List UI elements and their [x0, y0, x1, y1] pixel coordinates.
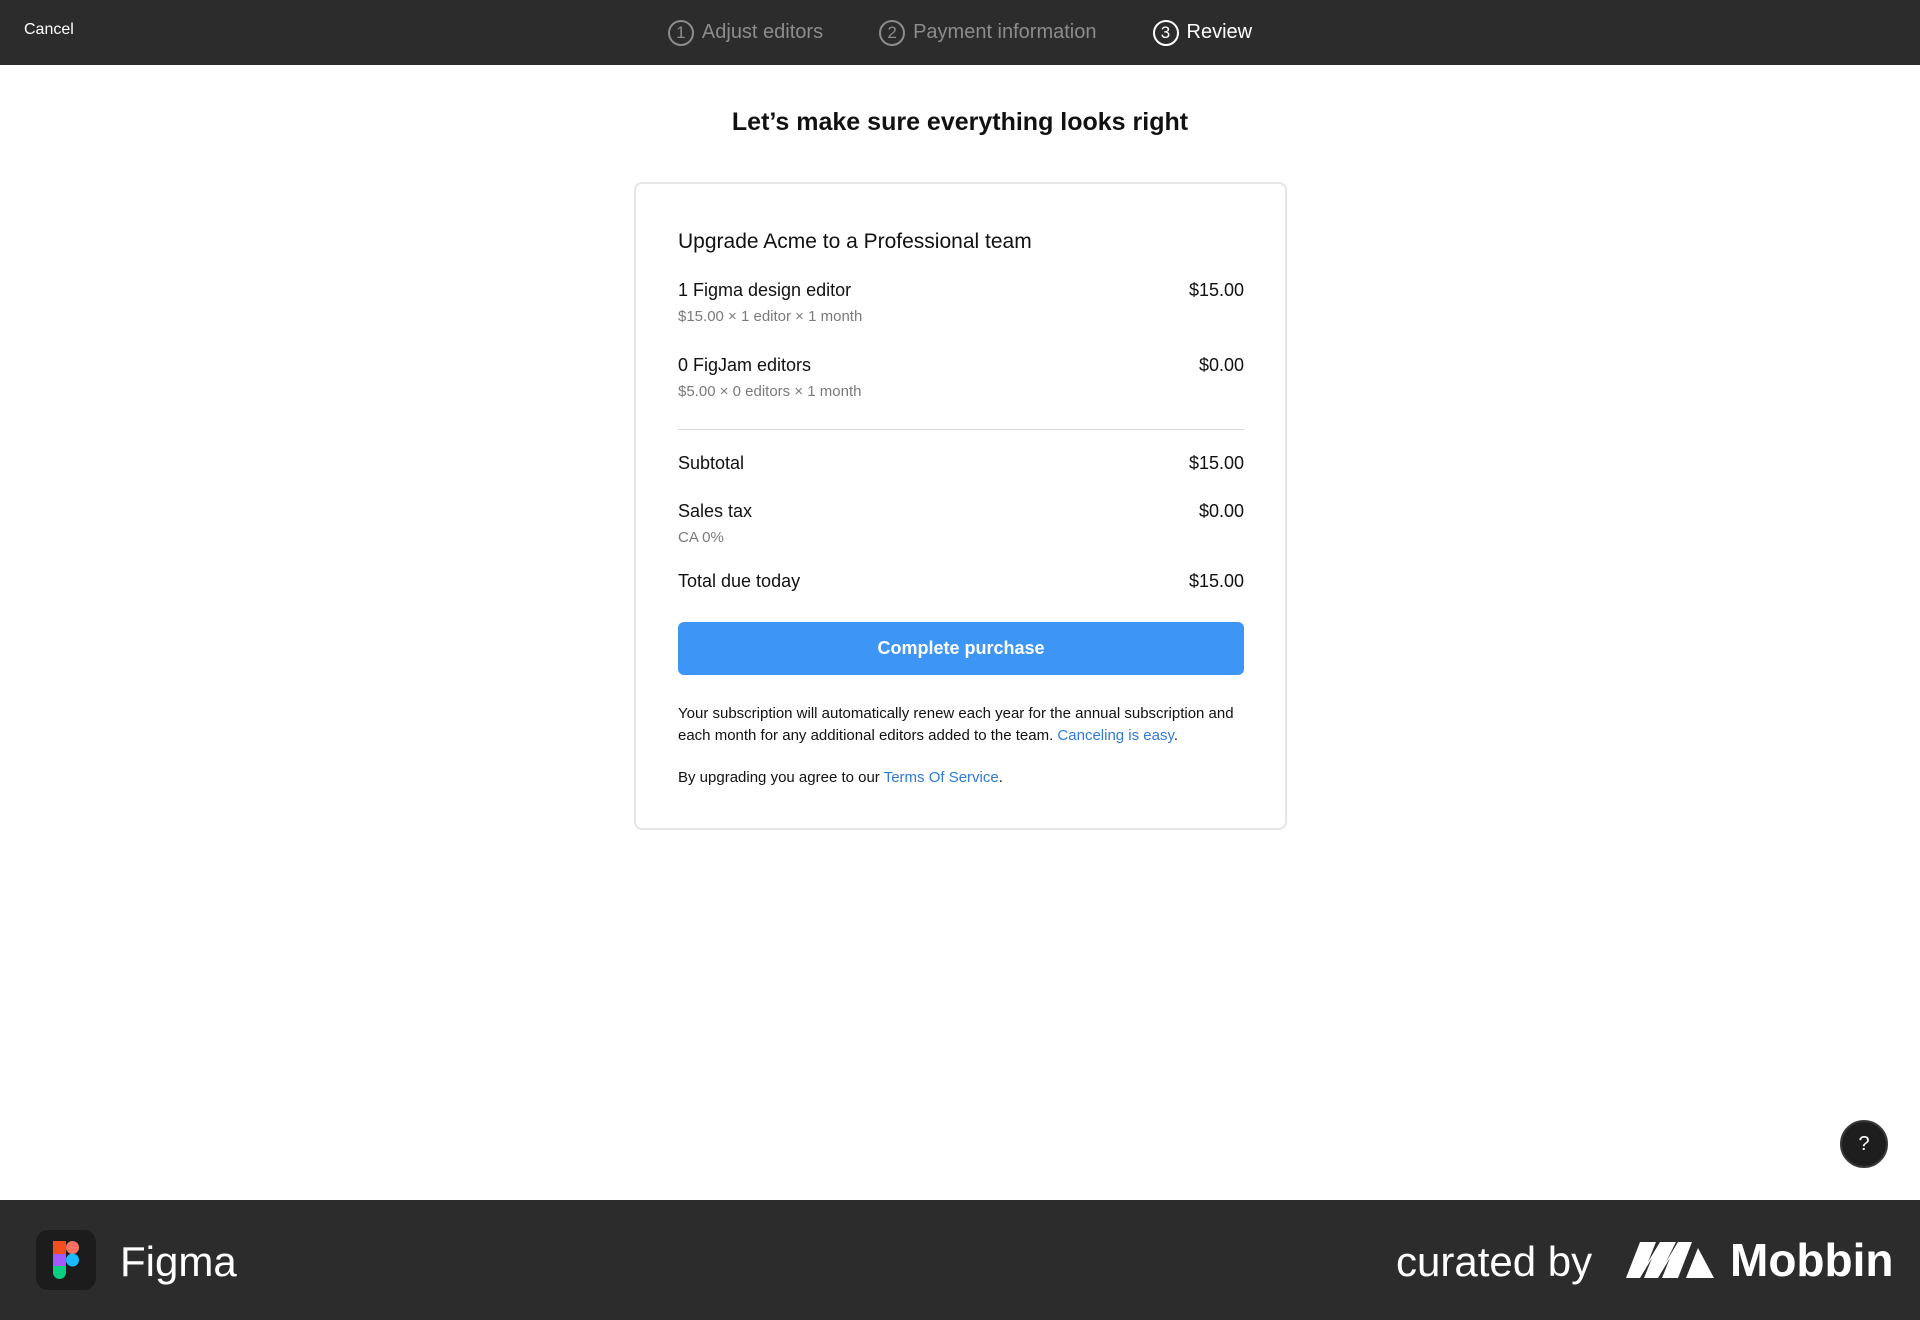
- line-item-amount: $15.00: [1188, 280, 1244, 300]
- line-item-label: 1 Figma design editor: [678, 280, 852, 300]
- line-item-figjam-editors: 0 FigJam editors $0.00: [678, 355, 1244, 376]
- divider: [678, 429, 1244, 430]
- total-label: Total due today: [678, 571, 801, 591]
- line-item-label: 0 FigJam editors: [678, 355, 812, 375]
- footer-banner: Figma curated by Mobbin: [0, 1200, 1920, 1320]
- line-item-design-editor: 1 Figma design editor $15.00: [678, 280, 1244, 301]
- terms-notice: By upgrading you agree to our Terms Of S…: [678, 767, 1244, 789]
- sales-tax-detail: CA 0%: [678, 529, 724, 546]
- step-number-icon: 2: [879, 19, 906, 46]
- help-button[interactable]: ?: [1840, 1120, 1888, 1168]
- sales-tax-row: Sales tax $0.00: [678, 501, 1244, 522]
- page-title: Let’s make sure everything looks right: [731, 108, 1189, 136]
- canceling-is-easy-link[interactable]: Canceling is easy: [1057, 727, 1173, 744]
- step-label: Payment information: [913, 21, 1097, 43]
- line-item-amount: $0.00: [1198, 355, 1244, 375]
- card-title: Upgrade Acme to a Professional team: [678, 230, 1032, 253]
- checkout-steps: 1 Adjust editors 2 Payment information 3…: [0, 0, 1920, 65]
- step-label: Review: [1186, 21, 1253, 43]
- step-payment-information[interactable]: 2 Payment information: [879, 19, 1097, 46]
- subtotal-amount: $15.00: [1188, 453, 1244, 473]
- step-label: Adjust editors: [701, 21, 824, 43]
- subtotal-row: Subtotal $15.00: [678, 453, 1244, 474]
- app-name: Figma: [120, 1238, 237, 1285]
- review-card: Upgrade Acme to a Professional team 1 Fi…: [634, 182, 1287, 830]
- line-item-detail: $5.00 × 0 editors × 1 month: [678, 383, 862, 400]
- sales-tax-amount: $0.00: [1198, 501, 1244, 521]
- renewal-period: .: [1173, 727, 1179, 744]
- question-mark-icon: ?: [1858, 1132, 1870, 1155]
- terms-period: .: [998, 769, 1003, 786]
- subtotal-label: Subtotal: [678, 453, 745, 473]
- total-amount: $15.00: [1188, 571, 1244, 591]
- complete-purchase-button[interactable]: Complete purchase: [678, 622, 1244, 675]
- brand-name: Mobbin: [1730, 1234, 1894, 1286]
- curated-by-label: curated by: [1396, 1238, 1593, 1285]
- mobbin-logo-icon: [1626, 1238, 1716, 1282]
- figma-logo-icon: [36, 1230, 96, 1290]
- top-bar: 1 Adjust editors 2 Payment information 3…: [0, 0, 1920, 65]
- step-review[interactable]: 3 Review: [1152, 19, 1253, 46]
- step-adjust-editors[interactable]: 1 Adjust editors: [667, 19, 824, 46]
- terms-text: By upgrading you agree to our: [678, 769, 884, 786]
- review-card-content: Upgrade Acme to a Professional team 1 Fi…: [678, 230, 1244, 786]
- step-number-icon: 1: [667, 19, 694, 46]
- cancel-button[interactable]: Cancel: [24, 21, 74, 39]
- total-row: Total due today $15.00: [678, 571, 1244, 592]
- line-item-detail: $15.00 × 1 editor × 1 month: [678, 308, 863, 325]
- sales-tax-label: Sales tax: [678, 501, 753, 521]
- terms-of-service-link[interactable]: Terms Of Service: [884, 769, 999, 786]
- step-number-icon: 3: [1152, 19, 1179, 46]
- renewal-notice: Your subscription will automatically ren…: [678, 703, 1244, 747]
